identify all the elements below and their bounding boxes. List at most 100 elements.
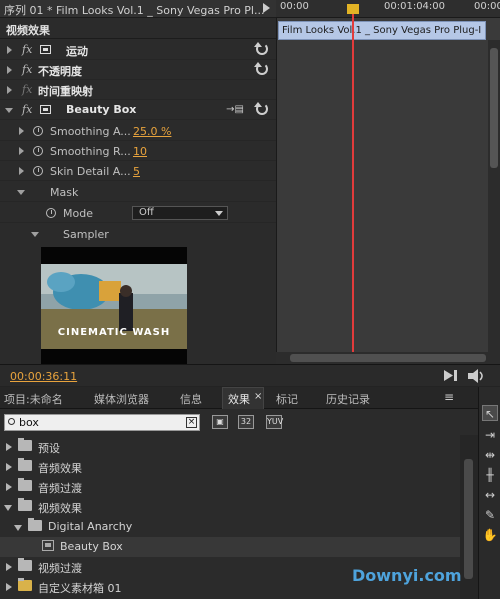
param-row-smoothing-radius: Smoothing R... 10 [0, 141, 276, 161]
expand-icon[interactable] [7, 66, 12, 74]
tab-project[interactable]: 项目:未命名 [4, 391, 63, 407]
slip-tool-icon[interactable]: ↔ [482, 487, 498, 503]
collapse-icon[interactable] [31, 232, 39, 237]
sequence-title: 序列 01 * Film Looks Vol.1 _ Sony Vegas Pr… [4, 4, 265, 17]
play-arrow-icon[interactable] [263, 3, 270, 13]
tab-history[interactable]: 历史记录 [326, 391, 370, 407]
effect-row-time-remap[interactable]: fx 时间重映射 [0, 80, 276, 100]
list-item[interactable]: 预设 [0, 437, 460, 457]
item-label: 视频效果 [38, 502, 82, 515]
param-value[interactable]: 25.0 % [133, 125, 171, 138]
stopwatch-icon[interactable] [46, 208, 56, 218]
timeline-clip[interactable]: Film Looks Vol.1 _ Sony Vegas Pro Plug-I [278, 21, 486, 40]
tab-markers[interactable]: 标记 [276, 391, 298, 407]
sampler-thumbnail[interactable]: CINEMATIC WASH [41, 247, 187, 364]
expand-icon[interactable] [19, 147, 24, 155]
track-select-tool-icon[interactable]: ⇥ [482, 427, 498, 443]
ruler-time: 00:01:04:00 [384, 1, 446, 12]
collapse-icon[interactable] [17, 190, 25, 195]
timeline-vertical-scrollbar[interactable] [488, 40, 500, 352]
expand-icon[interactable] [6, 583, 12, 591]
timeline-area[interactable] [276, 0, 500, 364]
close-icon[interactable]: × [254, 391, 262, 402]
time-ruler[interactable]: 00:00 00:01:04:00 00:00 [276, 0, 500, 18]
param-label: Smoothing R... [50, 145, 131, 158]
clear-search-icon[interactable]: × [186, 417, 197, 428]
audio-scrub-icon[interactable] [468, 369, 484, 383]
stopwatch-icon[interactable] [33, 146, 43, 156]
panel-tabs: 项目:未命名 媒体浏览器 信息 效果 × 标记 历史记录 ≡ [0, 387, 478, 409]
expand-icon[interactable] [7, 46, 12, 54]
search-row: box × ▣ 32 YUV [0, 409, 478, 435]
list-item[interactable]: 音频过渡 [0, 477, 460, 497]
timeline-horizontal-scrollbar[interactable] [276, 352, 500, 364]
list-item[interactable]: 音频效果 [0, 457, 460, 477]
item-label: 视频过渡 [38, 562, 82, 575]
expand-icon[interactable] [6, 483, 12, 491]
chevron-down-icon [215, 211, 223, 216]
effect-label: 运动 [66, 45, 88, 58]
step-forward-icon[interactable] [444, 370, 458, 381]
watermark: Downyi.com [352, 566, 462, 585]
reset-icon[interactable] [254, 62, 268, 75]
mode-select[interactable]: Off [132, 206, 228, 220]
list-scrollbar[interactable] [460, 435, 478, 599]
list-item[interactable]: Digital Anarchy [0, 517, 460, 537]
expand-icon[interactable] [19, 167, 24, 175]
current-timecode[interactable]: 00:00:36:11 [10, 370, 77, 383]
collapse-icon[interactable] [4, 505, 12, 511]
razor-tool-icon[interactable]: ╫ [482, 467, 498, 483]
playhead-line[interactable] [352, 4, 354, 352]
item-label: Digital Anarchy [48, 520, 133, 533]
effect-row-motion[interactable]: fx 运动 [0, 40, 276, 60]
scroll-thumb[interactable] [490, 48, 498, 168]
effects-search-input[interactable]: box × [4, 414, 200, 431]
expand-icon[interactable] [6, 463, 12, 471]
filter-32bit-button[interactable]: 32 [238, 415, 254, 429]
scroll-thumb[interactable] [464, 459, 473, 579]
pen-tool-icon[interactable]: ✎ [482, 507, 498, 523]
ruler-time: 00:00 [474, 1, 500, 12]
panel-menu-icon[interactable]: ≡ [444, 390, 454, 404]
playhead-handle[interactable] [347, 4, 359, 14]
mask-label: Mask [50, 186, 79, 199]
search-value: box [19, 416, 39, 429]
scroll-thumb[interactable] [290, 354, 486, 362]
mode-row: Mode Off [0, 203, 276, 223]
effect-row-beauty-box[interactable]: fx Beauty Box →▤ [0, 100, 276, 120]
selection-tool-icon[interactable]: ↖ [482, 405, 498, 421]
list-item[interactable]: Beauty Box [0, 537, 460, 557]
fx-icon[interactable]: fx [22, 103, 32, 116]
fx-icon[interactable]: fx [22, 63, 32, 76]
accelerated-effects-filter-icon[interactable]: ▣ [212, 415, 228, 429]
list-item[interactable]: 视频效果 [0, 497, 460, 517]
collapse-icon[interactable] [14, 525, 22, 531]
mask-icon[interactable]: →▤ [226, 104, 244, 115]
time-bar: 00:00:36:11 [0, 364, 500, 386]
fx-icon[interactable]: fx [22, 43, 32, 56]
effect-row-opacity[interactable]: fx 不透明度 [0, 60, 276, 80]
tools-panel: ↖ ⇥ ⇹ ╫ ↔ ✎ ✋ [478, 387, 500, 599]
expand-icon[interactable] [19, 127, 24, 135]
param-value[interactable]: 10 [133, 145, 147, 158]
stopwatch-icon[interactable] [33, 166, 43, 176]
param-value[interactable]: 5 [133, 165, 140, 178]
video-effects-header: 视频效果 [0, 18, 276, 39]
item-label: 音频过渡 [38, 482, 82, 495]
stopwatch-icon[interactable] [33, 126, 43, 136]
expand-icon[interactable] [7, 86, 12, 94]
tab-info[interactable]: 信息 [180, 391, 202, 407]
tab-media-browser[interactable]: 媒体浏览器 [94, 391, 149, 407]
collapse-icon[interactable] [5, 108, 13, 113]
hand-tool-icon[interactable]: ✋ [482, 527, 498, 543]
filter-yuv-button[interactable]: YUV [266, 415, 283, 429]
expand-icon[interactable] [6, 563, 12, 571]
expand-icon[interactable] [6, 443, 12, 451]
ripple-edit-tool-icon[interactable]: ⇹ [482, 447, 498, 463]
tab-effects[interactable]: 效果 [228, 391, 250, 407]
item-label: 音频效果 [38, 462, 82, 475]
param-label: Skin Detail A... [50, 165, 131, 178]
reset-icon[interactable] [254, 102, 268, 115]
mask-group: Mask [0, 182, 276, 202]
reset-icon[interactable] [254, 42, 268, 55]
